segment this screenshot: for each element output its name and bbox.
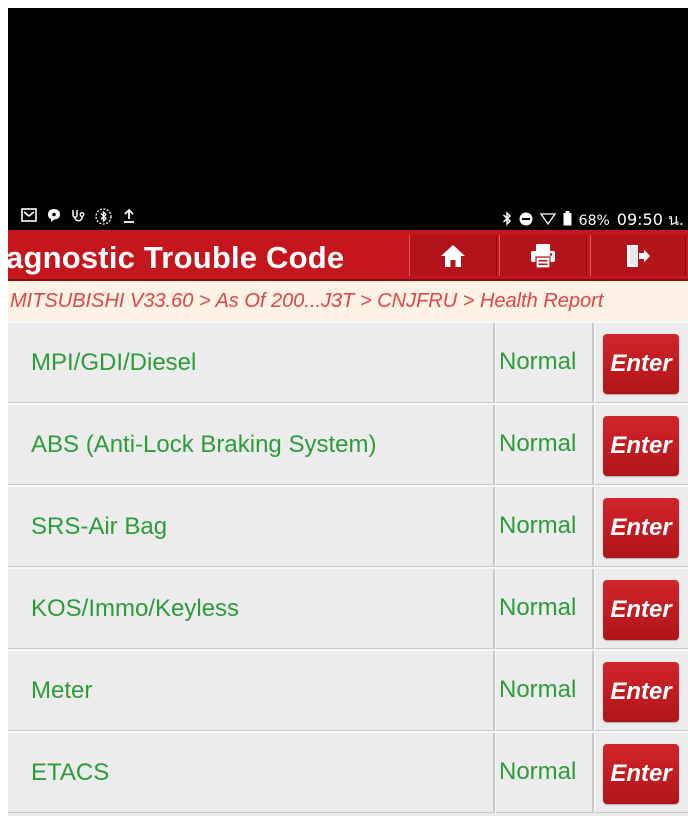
system-status: Normal <box>499 676 577 703</box>
bluetooth-scan-icon <box>95 208 112 225</box>
stethoscope-icon <box>70 208 87 225</box>
system-name: MPI/GDI/Diesel <box>31 349 197 376</box>
system-row-meter: Meter Normal Enter <box>8 649 688 731</box>
mail-icon <box>20 208 37 225</box>
home-button[interactable] <box>409 235 497 276</box>
system-status: Normal <box>499 348 577 375</box>
system-status: Normal <box>499 758 577 785</box>
upload-icon <box>120 208 137 225</box>
home-icon <box>441 244 465 267</box>
app-frame: 68% 09:50 น. agnostic Trouble Code MITSU… <box>8 8 688 816</box>
system-name: ETACS <box>31 759 110 786</box>
system-list: MPI/GDI/Diesel Normal Enter ABS (Anti-Lo… <box>8 321 688 813</box>
battery-percent: 68% <box>578 212 610 229</box>
column-divider <box>592 651 595 731</box>
wifi-icon <box>539 212 556 229</box>
enter-button-etacs[interactable]: Enter <box>603 744 679 804</box>
column-divider <box>592 405 595 485</box>
system-row-mpi: MPI/GDI/Diesel Normal Enter <box>8 321 688 403</box>
system-status: Normal <box>499 594 577 621</box>
column-divider <box>493 569 496 649</box>
enter-button-srs[interactable]: Enter <box>603 498 679 558</box>
system-row-etacs: ETACS Normal Enter <box>8 731 688 813</box>
column-divider <box>592 733 595 813</box>
chat-icon <box>45 208 62 225</box>
enter-button-meter[interactable]: Enter <box>603 662 679 722</box>
column-divider <box>493 651 496 731</box>
notification-icons <box>20 208 137 225</box>
enter-button-abs[interactable]: Enter <box>603 416 679 476</box>
system-row-srs: SRS-Air Bag Normal Enter <box>8 485 688 567</box>
print-icon <box>531 243 555 269</box>
status-bar: 68% 09:50 น. <box>8 205 688 230</box>
column-divider <box>493 323 496 403</box>
enter-button-mpi[interactable]: Enter <box>603 334 679 394</box>
system-row-abs: ABS (Anti-Lock Braking System) Normal En… <box>8 403 688 485</box>
system-name: Meter <box>31 677 93 704</box>
column-divider <box>493 487 496 567</box>
system-name: SRS-Air Bag <box>31 513 168 540</box>
system-name: KOS/Immo/Keyless <box>31 595 240 622</box>
system-name: ABS (Anti-Lock Braking System) <box>31 431 377 458</box>
bluetooth-icon <box>502 211 512 230</box>
column-divider <box>592 487 595 567</box>
system-status: Normal <box>499 430 577 457</box>
column-divider <box>592 569 595 649</box>
battery-icon <box>563 211 572 230</box>
exit-button[interactable] <box>590 235 686 276</box>
print-button[interactable] <box>499 235 587 276</box>
column-divider <box>592 323 595 403</box>
breadcrumb: MITSUBISHI V33.60 > As Of 200...J3T > CN… <box>8 281 688 321</box>
column-divider <box>493 733 496 813</box>
system-row-kos: KOS/Immo/Keyless Normal Enter <box>8 567 688 649</box>
title-bar: agnostic Trouble Code <box>8 230 688 281</box>
enter-button-kos[interactable]: Enter <box>603 580 679 640</box>
page-title: agnostic Trouble Code <box>8 240 345 275</box>
video-area <box>8 8 688 205</box>
do-not-disturb-icon <box>519 212 533 230</box>
system-status: Normal <box>499 512 577 539</box>
exit-icon <box>627 244 650 267</box>
column-divider <box>493 405 496 485</box>
